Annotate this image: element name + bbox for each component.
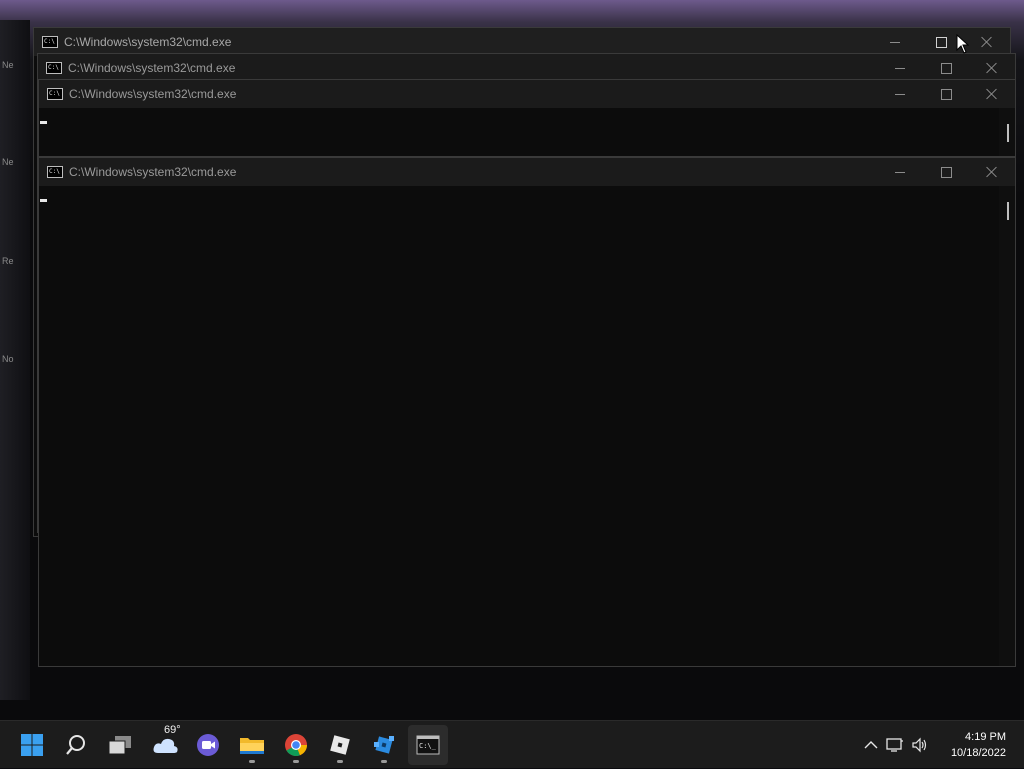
close-button[interactable] bbox=[964, 28, 1010, 56]
vertical-scrollbar[interactable] bbox=[999, 108, 1015, 156]
vertical-scrollbar[interactable] bbox=[999, 186, 1015, 666]
minimize-icon bbox=[895, 93, 905, 95]
maximize-icon bbox=[940, 88, 952, 100]
system-tray bbox=[860, 721, 932, 769]
roblox-icon bbox=[330, 735, 350, 755]
start-button[interactable] bbox=[12, 725, 52, 765]
chrome-icon bbox=[285, 734, 307, 756]
folder-icon bbox=[240, 738, 264, 754]
command-prompt-button[interactable]: C:\_ bbox=[408, 725, 448, 765]
maximize-icon bbox=[940, 166, 952, 178]
cmd-window-3[interactable]: C:\Windows\system32\cmd.exe bbox=[38, 79, 1016, 157]
video-chat-icon bbox=[197, 734, 219, 756]
minimize-button[interactable] bbox=[877, 158, 923, 186]
desktop-icons-strip: Ne Ne Re No bbox=[0, 20, 30, 700]
text-cursor bbox=[40, 199, 47, 202]
close-icon bbox=[986, 166, 998, 178]
roblox-button[interactable] bbox=[320, 725, 360, 765]
scrollbar-thumb[interactable] bbox=[1007, 124, 1009, 142]
volume-button[interactable] bbox=[908, 721, 932, 769]
weather-cloud-icon bbox=[153, 738, 178, 753]
cmd-icon bbox=[42, 36, 58, 48]
window-titlebar[interactable]: C:\Windows\system32\cmd.exe bbox=[39, 80, 1015, 108]
minimize-icon bbox=[890, 41, 900, 43]
cmd-window-4[interactable]: C:\Windows\system32\cmd.exe bbox=[38, 157, 1016, 667]
window-title: C:\Windows\system32\cmd.exe bbox=[64, 35, 232, 49]
close-button[interactable] bbox=[969, 158, 1015, 186]
cmd-icon bbox=[46, 62, 62, 74]
window-title: C:\Windows\system32\cmd.exe bbox=[68, 61, 236, 75]
window-titlebar[interactable]: C:\Windows\system32\cmd.exe bbox=[34, 28, 1010, 56]
desktop-label[interactable]: Ne bbox=[2, 60, 14, 70]
cmd-icon bbox=[47, 88, 63, 100]
desktop-label[interactable]: Ne bbox=[2, 157, 14, 167]
window-titlebar[interactable]: C:\Windows\system32\cmd.exe bbox=[39, 158, 1015, 186]
chat-button[interactable] bbox=[188, 725, 228, 765]
minimize-icon bbox=[895, 171, 905, 173]
task-view-icon bbox=[108, 736, 131, 755]
close-button[interactable] bbox=[969, 80, 1015, 108]
window-title: C:\Windows\system32\cmd.exe bbox=[69, 165, 237, 179]
minimize-icon bbox=[895, 67, 905, 69]
clock-button[interactable]: 4:19 PM 10/18/2022 bbox=[951, 729, 1006, 761]
minimize-button[interactable] bbox=[872, 28, 918, 56]
close-icon bbox=[986, 88, 998, 100]
clock-date: 10/18/2022 bbox=[950, 747, 1006, 759]
maximize-button[interactable] bbox=[923, 80, 969, 108]
file-explorer-button[interactable] bbox=[232, 725, 272, 765]
clock-time: 4:19 PM bbox=[965, 731, 1006, 743]
scrollbar-thumb[interactable] bbox=[1007, 202, 1009, 220]
show-hidden-icons-button[interactable] bbox=[860, 721, 882, 769]
close-icon bbox=[986, 62, 998, 74]
chevron-up-icon bbox=[864, 741, 878, 749]
console-area[interactable] bbox=[39, 108, 999, 156]
taskbar: 69° C:\_ 4:19 PM 10/18/2022 bbox=[0, 720, 1024, 768]
roblox-studio-icon bbox=[374, 736, 394, 754]
close-button[interactable] bbox=[969, 54, 1015, 82]
cmd-icon bbox=[47, 166, 63, 178]
console-area[interactable] bbox=[39, 186, 999, 666]
network-button[interactable] bbox=[882, 721, 908, 769]
weather-temperature: 69° bbox=[164, 724, 181, 736]
windows-logo-icon bbox=[21, 734, 43, 756]
desktop-label[interactable]: Re bbox=[2, 256, 14, 266]
search-icon bbox=[66, 735, 85, 755]
close-icon bbox=[981, 36, 993, 48]
text-cursor bbox=[40, 121, 47, 124]
minimize-button[interactable] bbox=[877, 54, 923, 82]
network-icon bbox=[886, 738, 903, 752]
svg-text:C:\_: C:\_ bbox=[419, 742, 437, 750]
roblox-studio-button[interactable] bbox=[364, 725, 404, 765]
maximize-button[interactable] bbox=[923, 158, 969, 186]
cmd-icon: C:\_ bbox=[416, 735, 440, 755]
volume-icon bbox=[912, 737, 927, 753]
task-view-button[interactable] bbox=[100, 725, 140, 765]
window-title: C:\Windows\system32\cmd.exe bbox=[69, 87, 237, 101]
window-titlebar[interactable]: C:\Windows\system32\cmd.exe bbox=[38, 54, 1015, 82]
search-button[interactable] bbox=[56, 725, 96, 765]
maximize-button[interactable] bbox=[923, 54, 969, 82]
desktop-label[interactable]: No bbox=[2, 354, 14, 364]
maximize-icon bbox=[935, 36, 947, 48]
maximize-icon bbox=[940, 62, 952, 74]
widgets-button[interactable]: 69° bbox=[146, 724, 186, 765]
chrome-button[interactable] bbox=[276, 725, 316, 765]
minimize-button[interactable] bbox=[877, 80, 923, 108]
